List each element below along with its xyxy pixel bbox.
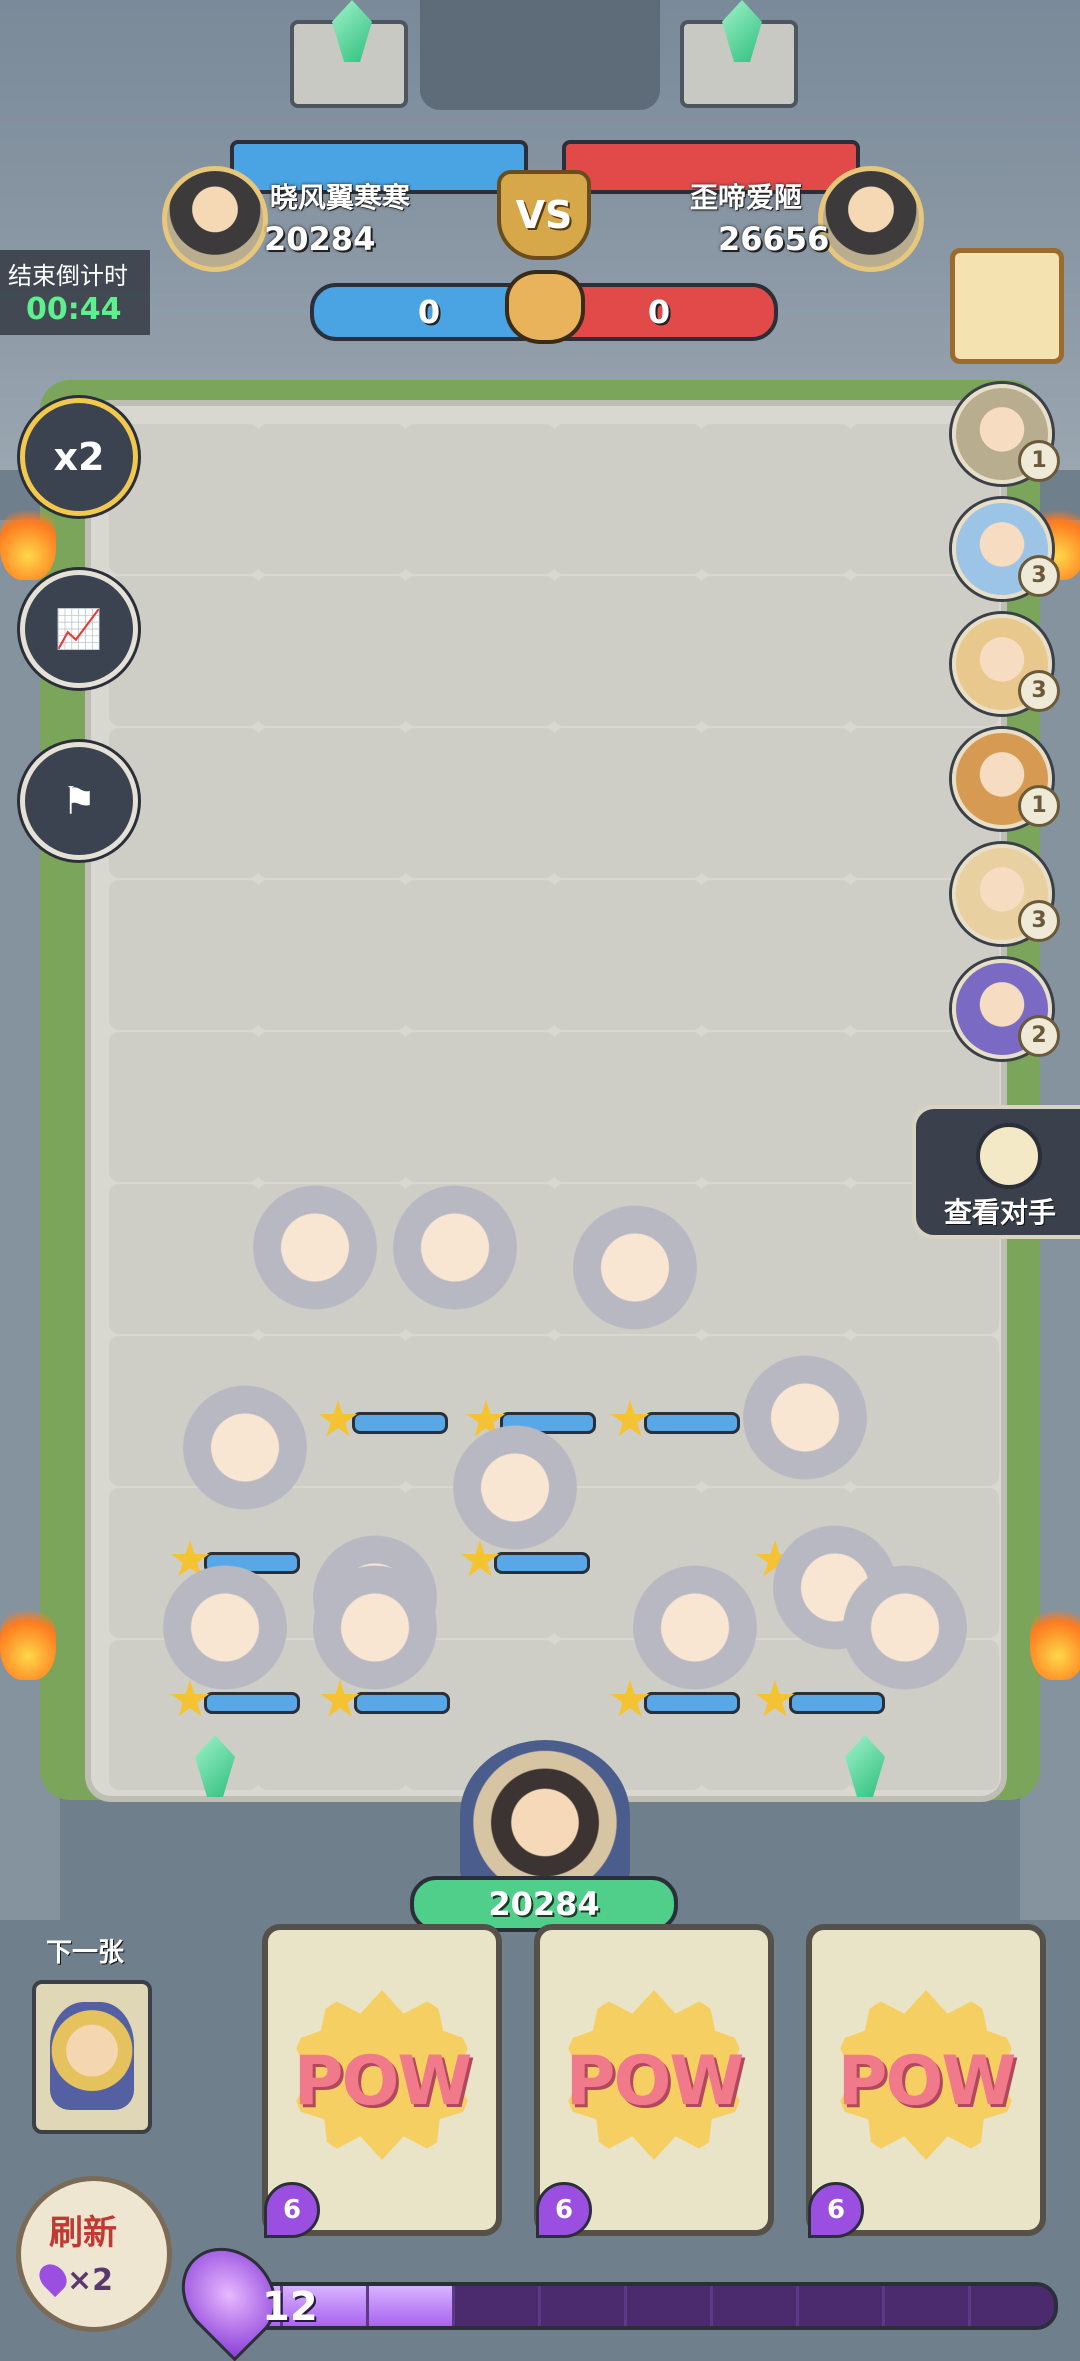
unit-progress-bar (644, 1412, 740, 1434)
board-tile (701, 1032, 851, 1182)
board-tile (257, 1032, 407, 1182)
countdown-panel: 结束倒计时 00:44 (0, 250, 150, 335)
card-pow-text: POW (837, 2042, 1017, 2121)
board-tile (553, 424, 703, 574)
magnify-icon (976, 1123, 1042, 1189)
energy-segment (796, 2286, 799, 2326)
unit-progress-bar (352, 1412, 448, 1434)
opponent-king-portrait[interactable] (950, 248, 1064, 364)
energy-segment (968, 2286, 971, 2326)
swordsman-unit[interactable] (380, 1180, 530, 1330)
dwarf-hammer-unit[interactable] (170, 1380, 320, 1530)
card-pow-text: POW (293, 2042, 473, 2121)
board-tile (553, 1032, 703, 1182)
energy-value: 12 (262, 2284, 318, 2330)
left-player-avatar[interactable] (162, 166, 268, 272)
torch-fire-icon (0, 500, 56, 580)
board-tile (405, 424, 555, 574)
energy-segment (624, 2286, 627, 2326)
opponent-hero-count: 3 (1018, 900, 1060, 942)
unit-star-level (610, 1680, 740, 1717)
board-tile (553, 880, 703, 1030)
opponent-hero-count: 1 (1018, 785, 1060, 827)
board-tile (109, 1184, 259, 1334)
skill-card[interactable]: POW 6 (534, 1924, 774, 2238)
unit-star-level (170, 1680, 300, 1717)
hero-portrait-icon (50, 2002, 134, 2110)
torch-fire-icon (1030, 1600, 1080, 1680)
card-pow-text: POW (565, 2042, 745, 2121)
speed-x2-button[interactable]: x2 (20, 398, 138, 516)
engineer-unit[interactable] (730, 1350, 880, 1500)
board-tile (257, 576, 407, 726)
unit-progress-bar (644, 1692, 740, 1714)
board-tile (257, 728, 407, 878)
energy-segment (452, 2286, 455, 2326)
unit-star-level (320, 1680, 450, 1717)
board-tile (109, 1032, 259, 1182)
board-tile (553, 576, 703, 726)
board-tile (701, 576, 851, 726)
card-cost: 6 (264, 2182, 320, 2238)
swordsman-unit[interactable] (240, 1180, 390, 1330)
energy-segment (882, 2286, 885, 2326)
board-tile (405, 576, 555, 726)
board-tile (553, 728, 703, 878)
card-cost: 6 (536, 2182, 592, 2238)
monkey-king-unit[interactable] (560, 1200, 710, 1350)
board-tile (405, 728, 555, 878)
right-player-avatar[interactable] (818, 166, 924, 272)
board-tile (405, 1032, 555, 1182)
board-tile (405, 880, 555, 1030)
vs-badge: VS (497, 170, 591, 260)
countdown-time: 00:44 (26, 292, 122, 327)
opponent-hero-count: 1 (1018, 440, 1060, 482)
unit-star-level (318, 1400, 448, 1437)
board-tile (701, 424, 851, 574)
stats-button[interactable]: 📈 (20, 570, 138, 688)
torch-fire-icon (0, 1600, 56, 1680)
energy-segment (366, 2286, 369, 2326)
opponent-hero-count: 3 (1018, 670, 1060, 712)
left-player-score: 20284 (264, 220, 376, 258)
energy-bar (190, 2282, 1058, 2330)
board-tile (701, 880, 851, 1030)
board-tile (257, 880, 407, 1030)
opponent-hero-count: 3 (1018, 555, 1060, 597)
dwarf-hammer-unit[interactable] (830, 1560, 980, 1710)
next-card-label: 下一张 (46, 1938, 125, 1968)
right-player-name: 歪啼爱陋 (690, 181, 803, 214)
refresh-cost: ×2 (67, 2263, 114, 2298)
unit-star-level (610, 1400, 740, 1437)
unit-star-level (460, 1540, 590, 1577)
view-opponent-button[interactable]: 查看对手 (912, 1105, 1080, 1239)
refresh-button[interactable]: 刷新 ×2 (16, 2176, 172, 2332)
next-card (32, 1980, 152, 2134)
unit-progress-bar (494, 1552, 590, 1574)
refresh-label: 刷新 (49, 2213, 117, 2253)
board-tile (701, 728, 851, 878)
surrender-flag-button[interactable]: ⚑ (20, 742, 138, 860)
right-player-score: 26656 (718, 220, 830, 258)
energy-segment (538, 2286, 541, 2326)
board-tile (257, 424, 407, 574)
board-tile (701, 1184, 851, 1334)
board-tile (109, 880, 259, 1030)
countdown-label: 结束倒计时 (8, 262, 128, 290)
view-opponent-label: 查看对手 (944, 1196, 1057, 1229)
skill-card[interactable]: POW 6 (806, 1924, 1046, 2238)
skill-card[interactable]: POW 6 (262, 1924, 502, 2238)
opponent-hero-count: 2 (1018, 1015, 1060, 1057)
energy-segment (710, 2286, 713, 2326)
left-player-name: 晓风翼寒寒 (270, 181, 411, 214)
unit-progress-bar (204, 1692, 300, 1714)
card-cost: 6 (808, 2182, 864, 2238)
unit-progress-bar (354, 1692, 450, 1714)
player-king (460, 1740, 630, 1890)
skull-icon (505, 270, 585, 344)
